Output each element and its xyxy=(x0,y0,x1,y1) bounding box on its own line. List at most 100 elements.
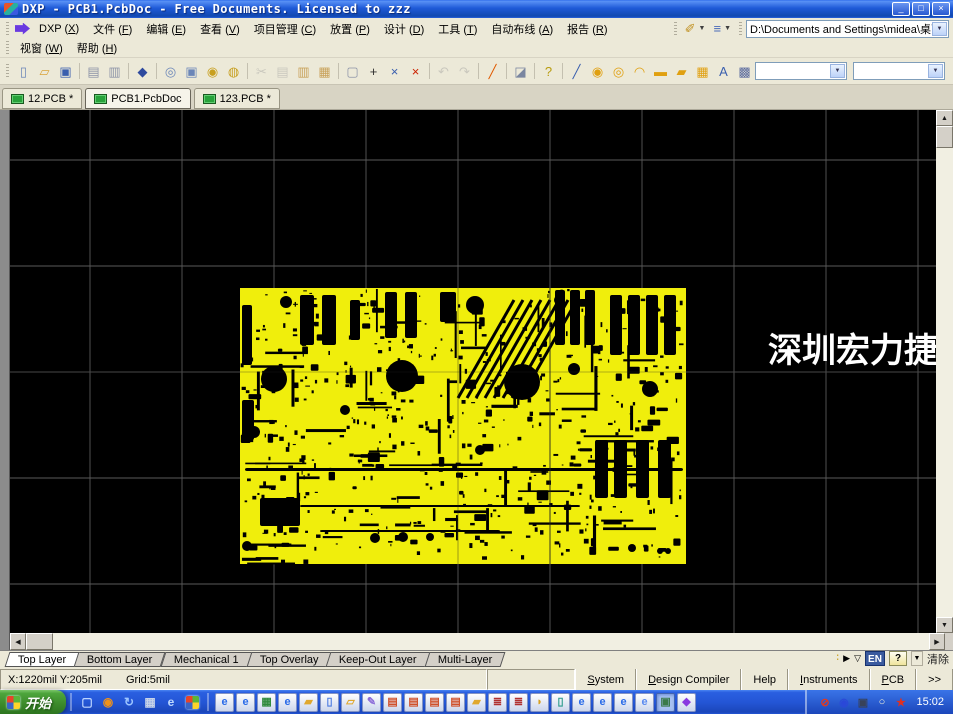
select-area-button[interactable]: ▢ xyxy=(342,61,363,82)
net-combobox[interactable]: ▼ xyxy=(755,62,847,80)
horizontal-scroll-thumb[interactable] xyxy=(26,633,53,650)
sep-1[interactable] xyxy=(76,61,83,82)
sep-8[interactable] xyxy=(503,61,510,82)
vertical-scrollbar[interactable]: ▲ ▼ xyxy=(936,110,953,633)
place-polygon-button[interactable]: ▰ xyxy=(671,61,692,82)
taskbar-task-dxp-doc-3[interactable]: ▤ xyxy=(425,693,444,712)
print-preview-button[interactable]: ▥ xyxy=(104,61,125,82)
panel-button-system[interactable]: System xyxy=(575,669,636,690)
sep-7[interactable] xyxy=(475,61,482,82)
place-via-button[interactable]: ◎ xyxy=(608,61,629,82)
clear-label[interactable]: 清除 xyxy=(927,651,951,667)
taskbar-task-ie-5[interactable]: e xyxy=(593,693,612,712)
paste-button[interactable]: ▥ xyxy=(293,61,314,82)
zoom-area-button[interactable]: ▣ xyxy=(181,61,202,82)
pcb-design-canvas[interactable]: 深圳宏力捷 xyxy=(10,110,936,633)
undo-button[interactable]: ↶ xyxy=(433,61,454,82)
menu-place[interactable]: 放置 (P) xyxy=(323,19,377,39)
markup-tools-dropdown[interactable]: ✐▼ xyxy=(681,21,710,36)
quicklaunch-windows-update[interactable] xyxy=(183,693,201,711)
place-array-button[interactable]: ▦ xyxy=(692,61,713,82)
combobox-arrow-icon[interactable]: ▼ xyxy=(928,64,943,78)
filter-funnel-icon[interactable]: ▽ xyxy=(854,654,861,663)
start-button[interactable]: 开始 xyxy=(0,690,66,714)
new-document-button[interactable]: ▯ xyxy=(13,61,34,82)
sep-6[interactable] xyxy=(426,61,433,82)
taskbar-task-dxp-doc-1[interactable]: ▤ xyxy=(383,693,402,712)
menu-design[interactable]: 设计 (D) xyxy=(377,19,431,39)
copy-button[interactable]: ▤ xyxy=(272,61,293,82)
menu-view[interactable]: 查看 (V) xyxy=(193,19,247,39)
expand-arrow-icon[interactable]: ▶ xyxy=(843,654,850,663)
menu-reports[interactable]: 报告 (R) xyxy=(560,19,614,39)
panel-button-more[interactable]: >> xyxy=(916,669,953,690)
document-tools-dropdown[interactable]: ≡▼ xyxy=(709,21,735,36)
help-button[interactable]: ? xyxy=(538,61,559,82)
menu-edit[interactable]: 编辑 (E) xyxy=(139,19,193,39)
taskbar-task-dxp-doc-2[interactable]: ▤ xyxy=(404,693,423,712)
horizontal-scrollbar[interactable]: ◀ ▶ xyxy=(10,633,945,650)
path-combobox[interactable]: D:\Documents and Settings\midea\桌面 ▼ xyxy=(746,20,949,38)
minimize-button[interactable]: _ xyxy=(892,2,910,16)
tray-alarm[interactable]: ★ xyxy=(893,694,908,710)
quicklaunch-media-player[interactable]: ◉ xyxy=(99,693,117,711)
print-button[interactable]: ▤ xyxy=(83,61,104,82)
zoom-filter-button[interactable]: ◍ xyxy=(223,61,244,82)
paste-special-button[interactable]: ▦ xyxy=(314,61,335,82)
taskbar-task-folder-1[interactable]: ▰ xyxy=(299,693,318,712)
taskbar-task-image-viewer[interactable]: ▣ xyxy=(656,693,675,712)
taskbar-task-tool[interactable]: ◗ xyxy=(530,693,549,712)
panel-button-help[interactable]: Help xyxy=(741,669,788,690)
place-component-button[interactable]: ▩ xyxy=(734,61,755,82)
sep-10[interactable] xyxy=(559,61,566,82)
open-button[interactable]: ▱ xyxy=(34,61,55,82)
quicklaunch-sync[interactable]: ↻ xyxy=(120,693,138,711)
save-button[interactable]: ▣ xyxy=(55,61,76,82)
place-line-button[interactable]: ╱ xyxy=(566,61,587,82)
layer-tab-multi-layer[interactable]: Multi-Layer xyxy=(424,652,505,667)
tray-network[interactable]: ▣ xyxy=(855,694,870,710)
taskbar-task-folder-3[interactable]: ▰ xyxy=(467,693,486,712)
menu-project[interactable]: 项目管理 (C) xyxy=(247,19,323,39)
taskbar-task-ie-6[interactable]: e xyxy=(614,693,633,712)
doc-tab-12-pcb[interactable]: 12.PCB * xyxy=(2,88,82,109)
component-combobox[interactable]: ▼ xyxy=(853,62,945,80)
quicklaunch-internet-explorer[interactable]: e xyxy=(162,693,180,711)
menu-tools[interactable]: 工具 (T) xyxy=(431,19,484,39)
place-arc-button[interactable]: ◠ xyxy=(629,61,650,82)
menu-help[interactable]: 帮助 (H) xyxy=(70,38,124,58)
redo-button[interactable]: ↷ xyxy=(454,61,475,82)
panel-button-pcb[interactable]: PCB xyxy=(870,669,917,690)
close-button[interactable]: × xyxy=(932,2,950,16)
place-string-button[interactable]: A xyxy=(713,61,734,82)
taskbar-task-wordpad[interactable]: ▯ xyxy=(320,693,339,712)
layer-tab-keep-out-layer[interactable]: Keep-Out Layer xyxy=(326,652,431,667)
taskbar-task-folder-2[interactable]: ▱ xyxy=(341,693,360,712)
taskbar-task-notebook[interactable]: ▯ xyxy=(551,693,570,712)
taskbar-task-ie-3[interactable]: e xyxy=(278,693,297,712)
browse-library-button[interactable]: ◆ xyxy=(132,61,153,82)
layer-tab-mechanical-1[interactable]: Mechanical 1 xyxy=(160,652,252,667)
doc-tab-123-pcb[interactable]: 123.PCB * xyxy=(194,88,280,109)
quicklaunch-show-desktop[interactable]: ▢ xyxy=(78,693,96,711)
taskbar-task-ie-2[interactable]: e xyxy=(236,693,255,712)
place-fill-button[interactable]: ▬ xyxy=(650,61,671,82)
language-help-button[interactable]: ? xyxy=(889,651,907,666)
taskbar-task-books-2[interactable]: ≣ xyxy=(509,693,528,712)
taskbar-task-books-1[interactable]: ≣ xyxy=(488,693,507,712)
menu-file[interactable]: 文件 (F) xyxy=(86,19,139,39)
vertical-scroll-thumb[interactable] xyxy=(936,126,953,148)
scroll-right-icon[interactable]: ▶ xyxy=(929,633,945,650)
sep-4[interactable] xyxy=(244,61,251,82)
zoom-selected-button[interactable]: ◉ xyxy=(202,61,223,82)
menu-dxp[interactable]: DXP (X) xyxy=(32,21,86,37)
place-pad-button[interactable]: ◉ xyxy=(587,61,608,82)
sep-3[interactable] xyxy=(153,61,160,82)
taskbar-task-ie-4[interactable]: e xyxy=(572,693,591,712)
panel-button-design-compiler[interactable]: Design Compiler xyxy=(636,669,741,690)
menu-autoroute[interactable]: 自动布线 (A) xyxy=(484,19,560,39)
layer-tab-top-overlay[interactable]: Top Overlay xyxy=(246,652,332,667)
sep-5[interactable] xyxy=(335,61,342,82)
scroll-up-icon[interactable]: ▲ xyxy=(936,110,953,126)
doc-tab-pcb1-pcbdoc[interactable]: PCB1.PcbDoc xyxy=(85,88,190,109)
